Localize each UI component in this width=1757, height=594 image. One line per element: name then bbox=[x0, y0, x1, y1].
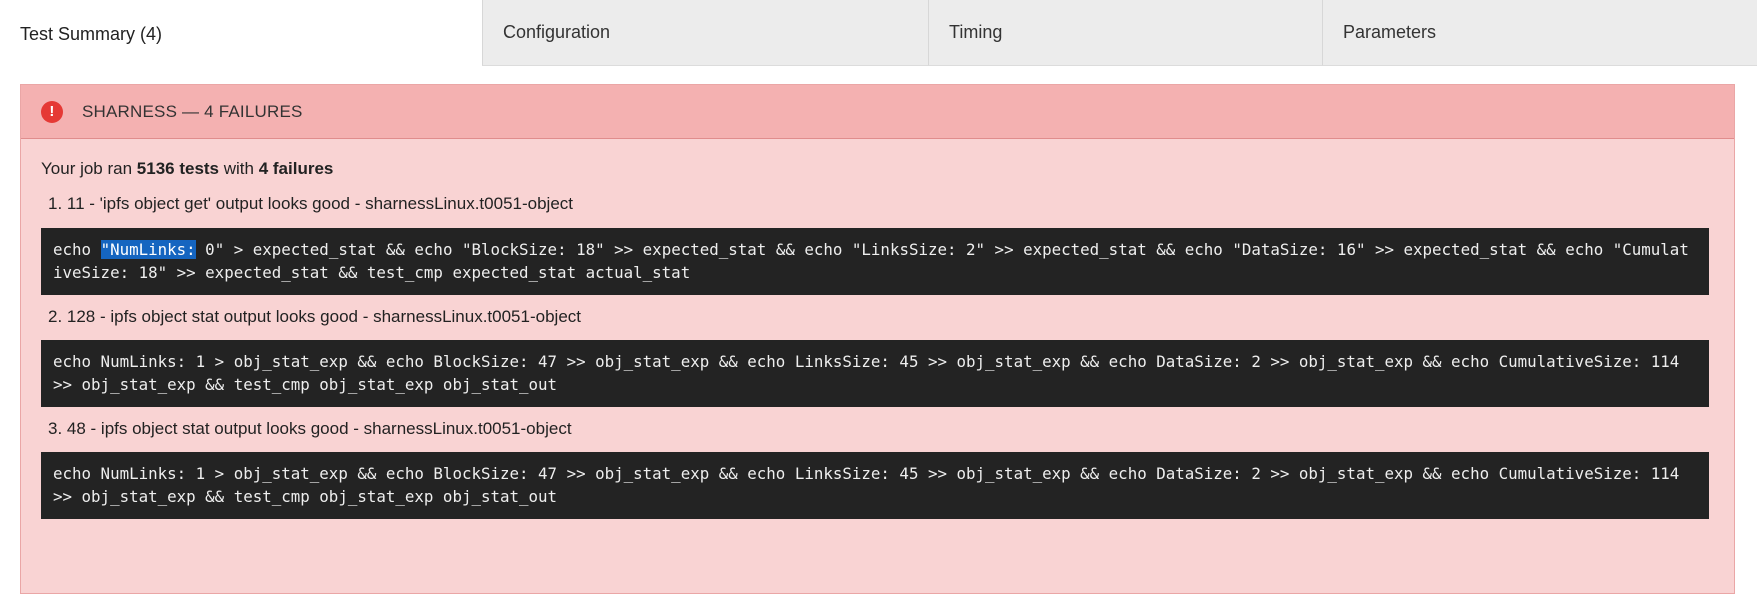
summary-middle: with bbox=[219, 159, 259, 178]
failure-code-1[interactable]: echo "NumLinks: 0" > expected_stat && ec… bbox=[41, 228, 1709, 295]
summary-prefix: Your job ran bbox=[41, 159, 137, 178]
failure-panel: ! SHARNESS — 4 FAILURES Your job ran 513… bbox=[20, 84, 1735, 594]
tab-test-summary[interactable]: Test Summary (4) bbox=[0, 3, 482, 66]
code-text: echo bbox=[53, 240, 101, 259]
failure-title-1: 1. 11 - 'ipfs object get' output looks g… bbox=[48, 194, 573, 213]
failure-panel-header[interactable]: ! SHARNESS — 4 FAILURES bbox=[21, 85, 1734, 139]
code-selection: "NumLinks: bbox=[100, 240, 196, 259]
failure-panel-body: Your job ran 5136 tests with 4 failures … bbox=[21, 159, 1734, 519]
alert-circle-icon: ! bbox=[41, 100, 63, 123]
summary-failures-count: 4 failures bbox=[258, 159, 334, 178]
failure-code-2[interactable]: echo NumLinks: 1 > obj_stat_exp && echo … bbox=[41, 340, 1709, 407]
tab-configuration[interactable]: Configuration bbox=[482, 0, 928, 66]
failure-code-3[interactable]: echo NumLinks: 1 > obj_stat_exp && echo … bbox=[41, 452, 1709, 519]
tab-timing[interactable]: Timing bbox=[928, 0, 1322, 66]
tab-parameters[interactable]: Parameters bbox=[1322, 0, 1757, 66]
tab-bar: Test Summary (4) Configuration Timing Pa… bbox=[0, 0, 1757, 66]
failure-title-3: 3. 48 - ipfs object stat output looks go… bbox=[48, 419, 572, 438]
summary-tests-count: 5136 tests bbox=[136, 159, 220, 178]
failure-panel-title: SHARNESS — 4 FAILURES bbox=[82, 101, 303, 121]
code-text: 0" > expected_stat && echo "BlockSize: 1… bbox=[53, 240, 1689, 282]
job-summary: Your job ran 5136 tests with 4 failures bbox=[41, 159, 1714, 181]
failure-title-2: 2. 128 - ipfs object stat output looks g… bbox=[48, 307, 581, 326]
